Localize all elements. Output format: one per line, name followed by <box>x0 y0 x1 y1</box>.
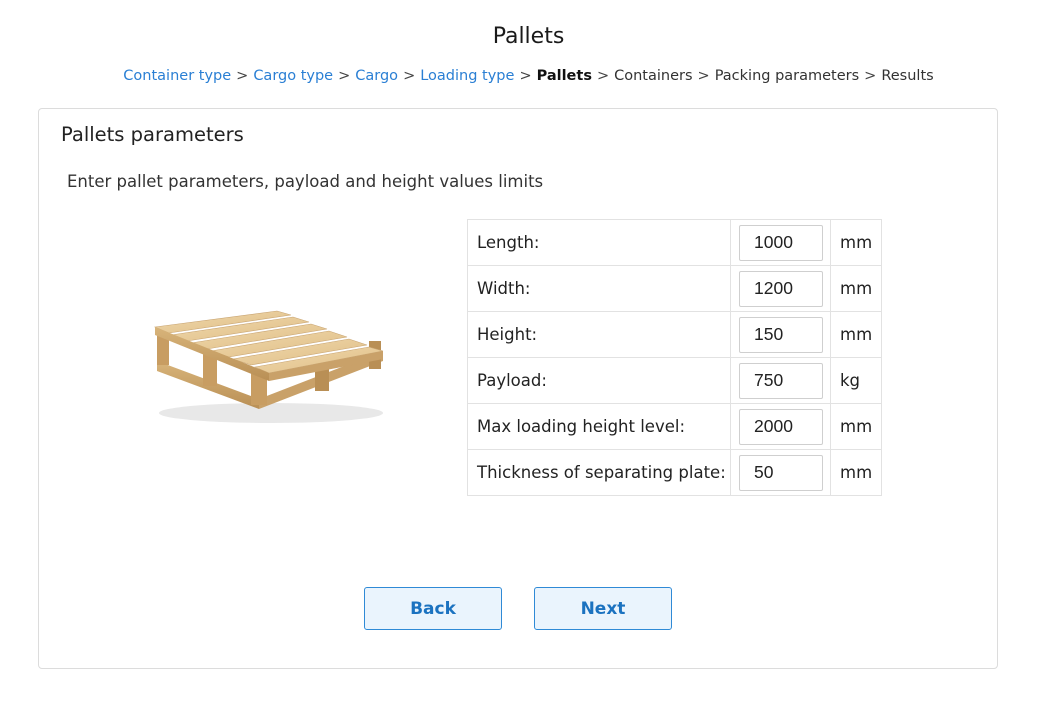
param-label: Width: <box>467 265 731 312</box>
breadcrumb-separator: > <box>519 68 532 84</box>
param-unit: mm <box>830 403 882 450</box>
instructions-text: Enter pallet parameters, payload and hei… <box>67 172 544 191</box>
panel-title: Pallets parameters <box>61 123 244 146</box>
breadcrumb-separator: > <box>697 68 710 84</box>
breadcrumb-separator: > <box>338 68 351 84</box>
breadcrumb-separator: > <box>236 68 249 84</box>
param-label: Height: <box>467 311 731 358</box>
breadcrumb-separator: > <box>596 68 610 84</box>
param-label: Payload: <box>467 357 731 404</box>
param-unit: mm <box>830 449 882 496</box>
height-input[interactable] <box>739 316 823 353</box>
back-button[interactable]: Back <box>364 587 502 630</box>
param-label: Max loading height level: <box>467 403 731 450</box>
breadcrumb-separator: > <box>403 68 416 84</box>
breadcrumb-results: Results <box>881 68 934 84</box>
pallet-image <box>153 310 384 423</box>
breadcrumb-separator: > <box>864 68 877 84</box>
page-title: Pallets <box>492 24 565 49</box>
param-row-height: Height: mm <box>467 311 882 358</box>
param-unit: mm <box>830 219 882 266</box>
next-button[interactable]: Next <box>534 587 672 630</box>
param-row-max-loading-height: Max loading height level: mm <box>467 403 882 450</box>
param-row-payload: Payload: kg <box>467 357 882 404</box>
separating-plate-thickness-input[interactable] <box>739 454 823 491</box>
payload-input[interactable] <box>739 362 823 399</box>
pallet-parameters-table: Length: mm Width: mm Height: mm Payload:… <box>467 219 882 496</box>
param-unit: mm <box>830 311 882 358</box>
breadcrumb-pallets-current: Pallets <box>536 68 592 84</box>
pallets-parameters-panel: Pallets parameters Enter pallet paramete… <box>38 108 998 669</box>
breadcrumb-cargo[interactable]: Cargo <box>355 68 398 84</box>
breadcrumb-containers: Containers <box>614 68 693 84</box>
param-row-separating-plate: Thickness of separating plate: mm <box>467 449 882 496</box>
param-unit: mm <box>830 265 882 312</box>
breadcrumb: Container type > Cargo type > Cargo > Loading … <box>0 68 1057 84</box>
breadcrumb-loading-type[interactable]: Loading type <box>420 68 514 84</box>
length-input[interactable] <box>739 224 823 261</box>
param-label: Length: <box>467 219 731 266</box>
param-unit: kg <box>830 357 882 404</box>
param-row-width: Width: mm <box>467 265 882 312</box>
breadcrumb-packing-parameters: Packing parameters <box>714 68 860 84</box>
param-label: Thickness of separating plate: <box>467 449 731 496</box>
param-row-length: Length: mm <box>467 219 882 266</box>
breadcrumb-container-type[interactable]: Container type <box>123 68 231 84</box>
breadcrumb-cargo-type[interactable]: Cargo type <box>253 68 333 84</box>
width-input[interactable] <box>739 270 823 307</box>
max-loading-height-input[interactable] <box>739 408 823 445</box>
